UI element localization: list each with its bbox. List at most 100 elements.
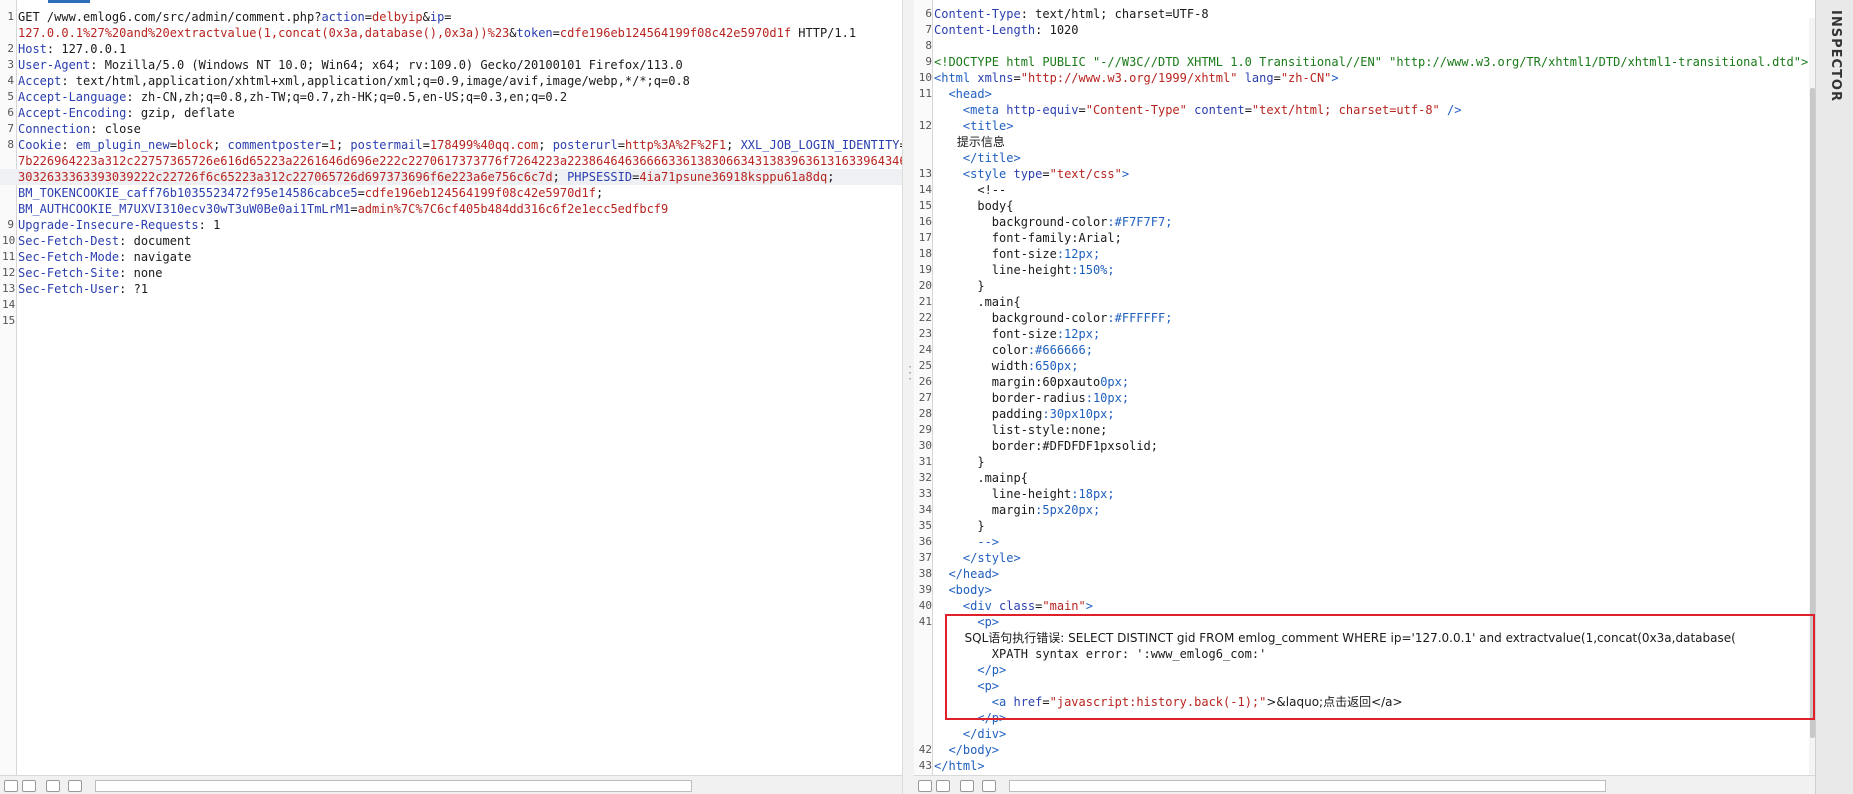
- line-number: 22: [918, 311, 932, 324]
- code-token: border: [934, 439, 1036, 453]
- code-line: 32 .mainp{: [914, 470, 1816, 486]
- line-number: 6: [7, 106, 14, 119]
- inspector-label[interactable]: INSPECTOR: [1828, 10, 1843, 102]
- line-number: 27: [918, 391, 932, 404]
- code-line: 31 }: [914, 454, 1816, 470]
- settings-icon[interactable]: [936, 780, 950, 792]
- code-token: =: [350, 202, 358, 216]
- code-token: <style: [934, 167, 1014, 181]
- code-token: ;: [213, 138, 228, 152]
- code-token: : 1: [198, 218, 221, 232]
- line-text: 7b226964223a312c22757365726e616d65223a22…: [18, 153, 902, 169]
- response-editor[interactable]: 6 Content-Type: text/html; charset=UTF-8 7…: [914, 0, 1816, 794]
- code-token: Accept: [18, 74, 62, 88]
- line-text: </p>: [934, 710, 1006, 726]
- line-number: 13: [918, 167, 932, 180]
- line-number: 14: [918, 183, 932, 196]
- line-number: 38: [918, 567, 932, 580]
- code-token: : zh-CN,zh;q=0.8,zh-TW;q=0.7,zh-HK;q=0.5…: [126, 90, 568, 104]
- code-token: </div>: [934, 727, 1007, 741]
- line-number: 41: [918, 615, 932, 628]
- code-token: : text/html,application/xhtml+xml,applic…: [61, 74, 690, 88]
- line-number: 10: [918, 71, 932, 84]
- line-text: Sec-Fetch-Mode: navigate: [18, 249, 191, 265]
- line-number: 10: [2, 234, 16, 247]
- line-number: 28: [918, 407, 932, 420]
- line-text: BM_AUTHCOOKIE_M7UXVI310ecv30wT3uW0Be0ai1…: [18, 201, 668, 217]
- code-token: :Arial;: [1071, 231, 1122, 245]
- line-text: <div class="main">: [934, 598, 1093, 614]
- code-line: 23 font-size:12px;: [914, 326, 1816, 342]
- code-token: action: [321, 10, 365, 24]
- line-text: Accept: text/html,application/xhtml+xml,…: [18, 73, 690, 89]
- next-match-icon[interactable]: [982, 780, 996, 792]
- code-token: </style>: [934, 551, 1021, 565]
- line-number: 3: [7, 58, 14, 71]
- line-text: line-height:150%;: [934, 262, 1115, 278]
- line-text: BM_TOKENCOOKIE_caff76b1035523472f95e1458…: [18, 185, 603, 201]
- line-number: 13: [2, 282, 16, 295]
- line-text: .mainp{: [934, 470, 1028, 486]
- code-token: ;: [595, 186, 604, 200]
- line-number: 15: [918, 199, 932, 212]
- line-number: 21: [918, 295, 932, 308]
- line-text: Upgrade-Insecure-Requests: 1: [18, 217, 220, 233]
- code-token: Sec-Fetch-Mode: [18, 250, 120, 264]
- code-token: </body>: [934, 743, 1000, 757]
- code-token: BM_AUTHCOOKIE_M7UXVI310ecv30wT3uW0Be0ai1…: [18, 202, 351, 216]
- request-tab-indicator[interactable]: [48, 0, 90, 3]
- code-line: 15: [0, 313, 902, 329]
- code-token: font-size: [934, 247, 1057, 261]
- request-bottom-toolbar: [0, 775, 902, 794]
- code-token: :5px20px;: [1035, 503, 1101, 517]
- code-token: =: [321, 138, 329, 152]
- code-token: }: [934, 455, 985, 469]
- code-token: ;: [827, 170, 835, 184]
- response-search-input[interactable]: [1009, 780, 1606, 792]
- help-icon[interactable]: [4, 780, 18, 792]
- code-line: 13 Sec-Fetch-User: ?1: [0, 281, 902, 297]
- code-token: class: [999, 599, 1036, 613]
- code-line: 10 <html xmlns="http://www.w3.org/1999/xh…: [914, 70, 1816, 86]
- code-token: Accept-Language: [18, 90, 127, 104]
- line-text: font-size:12px;: [934, 246, 1100, 262]
- code-line: <a href="javascript:history.back(-1);">&…: [914, 694, 1816, 710]
- code-token: "zh-CN": [1280, 71, 1332, 85]
- code-token: ;: [538, 138, 553, 152]
- line-number: 16: [918, 215, 932, 228]
- prev-match-icon[interactable]: [960, 780, 974, 792]
- code-token: padding: [934, 407, 1043, 421]
- line-text: }: [934, 278, 984, 294]
- code-token: 127.0.0.1%27%20and%20extractvalue(1,conc…: [18, 26, 510, 40]
- code-token: =: [364, 10, 373, 24]
- line-text: </div>: [934, 726, 1006, 742]
- line-text: XPATH syntax error: ':www_emlog6_com:': [934, 646, 1267, 662]
- code-token: : 1020: [1035, 23, 1079, 37]
- code-line: 12 Sec-Fetch-Site: none: [0, 265, 902, 281]
- code-line: 20 }: [914, 278, 1816, 294]
- code-token: >: [1800, 55, 1809, 69]
- next-match-icon[interactable]: [68, 780, 82, 792]
- code-line: 28 padding:30px10px;: [914, 406, 1816, 422]
- code-token: />: [1439, 103, 1462, 117]
- line-number: 29: [918, 423, 932, 436]
- inspector-panel[interactable]: INSPECTOR: [1815, 0, 1853, 794]
- line-text: <a href="javascript:history.back(-1);">&…: [934, 694, 1403, 710]
- settings-icon[interactable]: [22, 780, 36, 792]
- request-editor[interactable]: 1 GET /www.emlog6.com/src/admin/comment.p…: [0, 0, 902, 794]
- code-token: font-family: [934, 231, 1072, 245]
- code-token: GET /www.emlog6.com/src/admin/comment.ph…: [18, 10, 322, 24]
- code-token: >&laquo;点击返回</a>: [1266, 695, 1403, 709]
- prev-match-icon[interactable]: [46, 780, 60, 792]
- line-text: line-height:18px;: [934, 486, 1115, 502]
- line-text: -->: [934, 534, 999, 550]
- code-token: <!--: [934, 183, 1007, 197]
- code-token: 提示信息: [934, 135, 1005, 149]
- request-search-input[interactable]: [95, 780, 692, 792]
- request-code: 1 GET /www.emlog6.com/src/admin/comment.p…: [0, 9, 902, 329]
- line-text: background-color:#F7F7F7;: [934, 214, 1173, 230]
- help-icon[interactable]: [918, 780, 932, 792]
- line-number: 20: [918, 279, 932, 292]
- line-text: Sec-Fetch-Dest: document: [18, 233, 191, 249]
- code-token: type: [1013, 167, 1043, 181]
